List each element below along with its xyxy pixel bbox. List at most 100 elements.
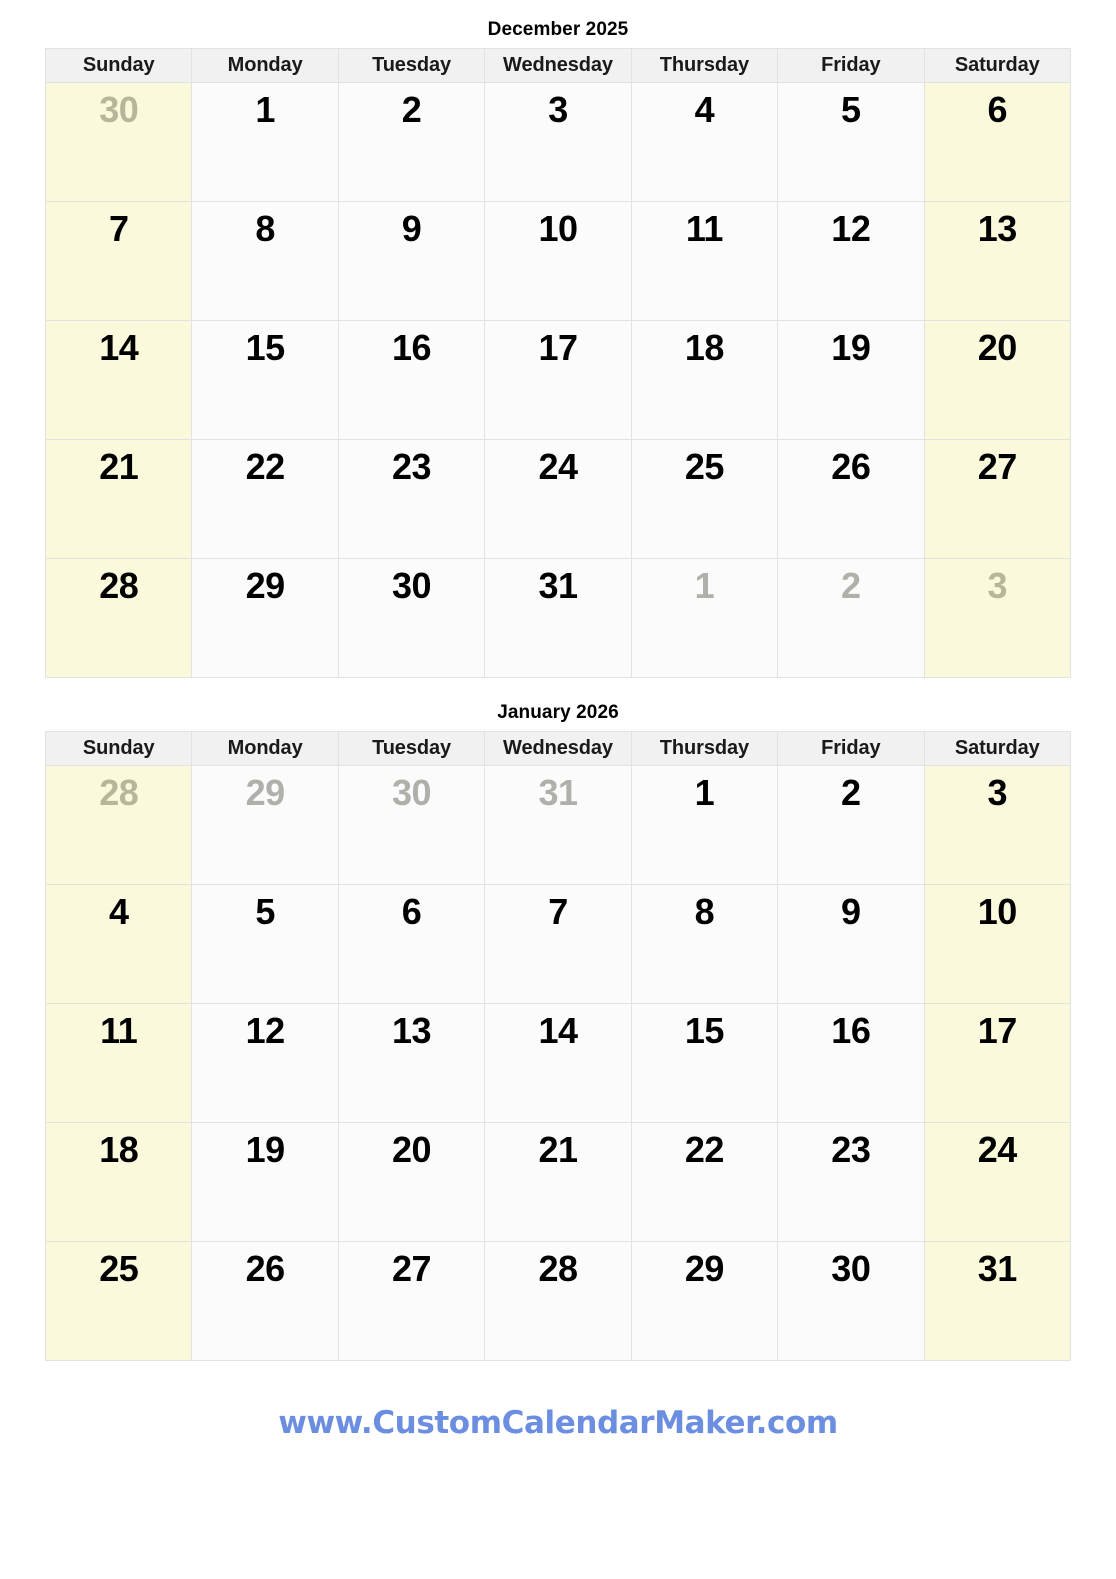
- calendar-day-cell[interactable]: 30: [777, 1240, 925, 1361]
- calendar-day-cell[interactable]: 26: [191, 1240, 339, 1361]
- day-number: 7: [108, 207, 129, 249]
- day-number: 3: [987, 771, 1008, 813]
- calendar-grid-january: Sunday Monday Tuesday Wednesday Thursday…: [44, 730, 1072, 1361]
- day-number: 19: [245, 1128, 286, 1170]
- calendar-week-row: 18 19 20 21 22 23 24: [44, 1121, 1072, 1242]
- calendar-day-cell[interactable]: 29: [630, 1240, 779, 1361]
- calendar-day-cell[interactable]: 31: [923, 1240, 1072, 1361]
- calendar-day-cell[interactable]: 4: [44, 883, 193, 1004]
- calendar-day-cell[interactable]: 21: [44, 438, 193, 559]
- calendar-day-cell[interactable]: 10: [923, 883, 1072, 1004]
- calendar-day-cell[interactable]: 17: [484, 319, 632, 440]
- day-number: 14: [538, 1009, 578, 1051]
- weekday-header-wednesday: Wednesday: [484, 47, 632, 83]
- calendar-day-cell[interactable]: 11: [630, 200, 779, 321]
- calendar-day-cell[interactable]: 25: [44, 1240, 193, 1361]
- calendar-day-cell[interactable]: 6: [923, 81, 1072, 202]
- calendar-day-cell[interactable]: 8: [191, 200, 339, 321]
- day-number: 28: [99, 564, 139, 606]
- calendar-day-cell[interactable]: 11: [44, 1002, 193, 1123]
- calendar-day-cell[interactable]: 18: [44, 1121, 193, 1242]
- day-number: 11: [100, 1009, 138, 1051]
- calendar-day-cell[interactable]: 16: [337, 319, 486, 440]
- weekday-header-saturday: Saturday: [923, 730, 1072, 766]
- calendar-day-cell[interactable]: 29: [191, 557, 339, 678]
- calendar-day-cell[interactable]: 26: [777, 438, 925, 559]
- calendar-day-cell[interactable]: 14: [44, 319, 193, 440]
- calendar-day-cell[interactable]: 30: [44, 81, 193, 202]
- calendar-day-cell[interactable]: 8: [630, 883, 779, 1004]
- calendar-body-january: 28 29 30 31 1 2 3 4 5 6 7 8 9 10 11 12 13 14 15 16 17 18 19 20 2…: [44, 764, 1072, 1361]
- calendar-day-cell[interactable]: 20: [923, 319, 1072, 440]
- calendar-day-cell[interactable]: 24: [923, 1121, 1072, 1242]
- calendar-day-cell[interactable]: 15: [630, 1002, 779, 1123]
- calendar-day-cell[interactable]: 1: [630, 764, 779, 885]
- calendar-day-cell[interactable]: 7: [44, 200, 193, 321]
- calendar-day-cell[interactable]: 4: [630, 81, 779, 202]
- calendar-day-cell[interactable]: 16: [777, 1002, 925, 1123]
- calendar-day-cell[interactable]: 25: [630, 438, 779, 559]
- day-number: 3: [548, 88, 568, 130]
- calendar-day-cell[interactable]: 22: [630, 1121, 779, 1242]
- calendar-day-cell[interactable]: 29: [191, 764, 339, 885]
- calendar-day-cell[interactable]: 1: [630, 557, 779, 678]
- day-number: 1: [694, 771, 715, 813]
- calendar-week-row: 28 29 30 31 1 2 3: [44, 557, 1072, 678]
- weekday-header-wednesday: Wednesday: [484, 730, 632, 766]
- calendar-day-cell[interactable]: 19: [777, 319, 925, 440]
- day-number: 12: [831, 207, 871, 249]
- day-number: 5: [841, 88, 861, 130]
- calendar-day-cell[interactable]: 19: [191, 1121, 339, 1242]
- calendar-day-cell[interactable]: 3: [484, 81, 632, 202]
- calendar-day-cell[interactable]: 28: [44, 557, 193, 678]
- day-number: 31: [977, 1247, 1018, 1289]
- calendar-day-cell[interactable]: 28: [44, 764, 193, 885]
- calendar-day-cell[interactable]: 27: [923, 438, 1072, 559]
- calendar-day-cell[interactable]: 31: [484, 764, 632, 885]
- day-number: 28: [538, 1247, 578, 1289]
- calendar-day-cell[interactable]: 17: [923, 1002, 1072, 1123]
- calendar-day-cell[interactable]: 30: [337, 764, 486, 885]
- calendar-day-cell[interactable]: 13: [337, 1002, 486, 1123]
- calendar-day-cell[interactable]: 28: [484, 1240, 632, 1361]
- calendar-day-cell[interactable]: 22: [191, 438, 339, 559]
- calendar-day-cell[interactable]: 5: [191, 883, 339, 1004]
- calendar-day-cell[interactable]: 13: [923, 200, 1072, 321]
- day-number: 1: [255, 88, 275, 130]
- calendar-day-cell[interactable]: 3: [923, 764, 1072, 885]
- day-number: 18: [99, 1128, 139, 1170]
- calendar-day-cell[interactable]: 7: [484, 883, 632, 1004]
- calendar-day-cell[interactable]: 1: [191, 81, 339, 202]
- calendar-week-row: 28 29 30 31 1 2 3: [44, 764, 1072, 885]
- calendar-day-cell[interactable]: 23: [777, 1121, 925, 1242]
- calendar-day-cell[interactable]: 23: [337, 438, 486, 559]
- calendar-day-cell[interactable]: 15: [191, 319, 339, 440]
- calendar-day-cell[interactable]: 18: [630, 319, 779, 440]
- day-number: 2: [841, 771, 861, 813]
- day-number: 3: [987, 564, 1008, 606]
- calendar-day-cell[interactable]: 12: [191, 1002, 339, 1123]
- footer-website-link[interactable]: www.CustomCalendarMaker.com: [0, 1405, 1116, 1441]
- calendar-day-cell[interactable]: 5: [777, 81, 925, 202]
- calendar-day-cell[interactable]: 9: [337, 200, 486, 321]
- calendar-day-cell[interactable]: 21: [484, 1121, 632, 1242]
- calendar-day-cell[interactable]: 10: [484, 200, 632, 321]
- calendar-day-cell[interactable]: 9: [777, 883, 925, 1004]
- calendar-day-cell[interactable]: 24: [484, 438, 632, 559]
- day-number: 25: [99, 1247, 139, 1289]
- calendar-day-cell[interactable]: 20: [337, 1121, 486, 1242]
- day-number: 6: [987, 88, 1008, 130]
- day-number: 16: [392, 326, 432, 368]
- calendar-day-cell[interactable]: 3: [923, 557, 1072, 678]
- calendar-day-cell[interactable]: 2: [337, 81, 486, 202]
- calendar-day-cell[interactable]: 6: [337, 883, 486, 1004]
- month-title-january: January 2026: [497, 702, 619, 723]
- calendar-day-cell[interactable]: 14: [484, 1002, 632, 1123]
- calendar-day-cell[interactable]: 30: [337, 557, 486, 678]
- calendar-day-cell[interactable]: 2: [777, 764, 925, 885]
- day-number: 10: [977, 890, 1018, 932]
- calendar-day-cell[interactable]: 27: [337, 1240, 486, 1361]
- calendar-day-cell[interactable]: 31: [484, 557, 632, 678]
- calendar-day-cell[interactable]: 2: [777, 557, 925, 678]
- calendar-day-cell[interactable]: 12: [777, 200, 925, 321]
